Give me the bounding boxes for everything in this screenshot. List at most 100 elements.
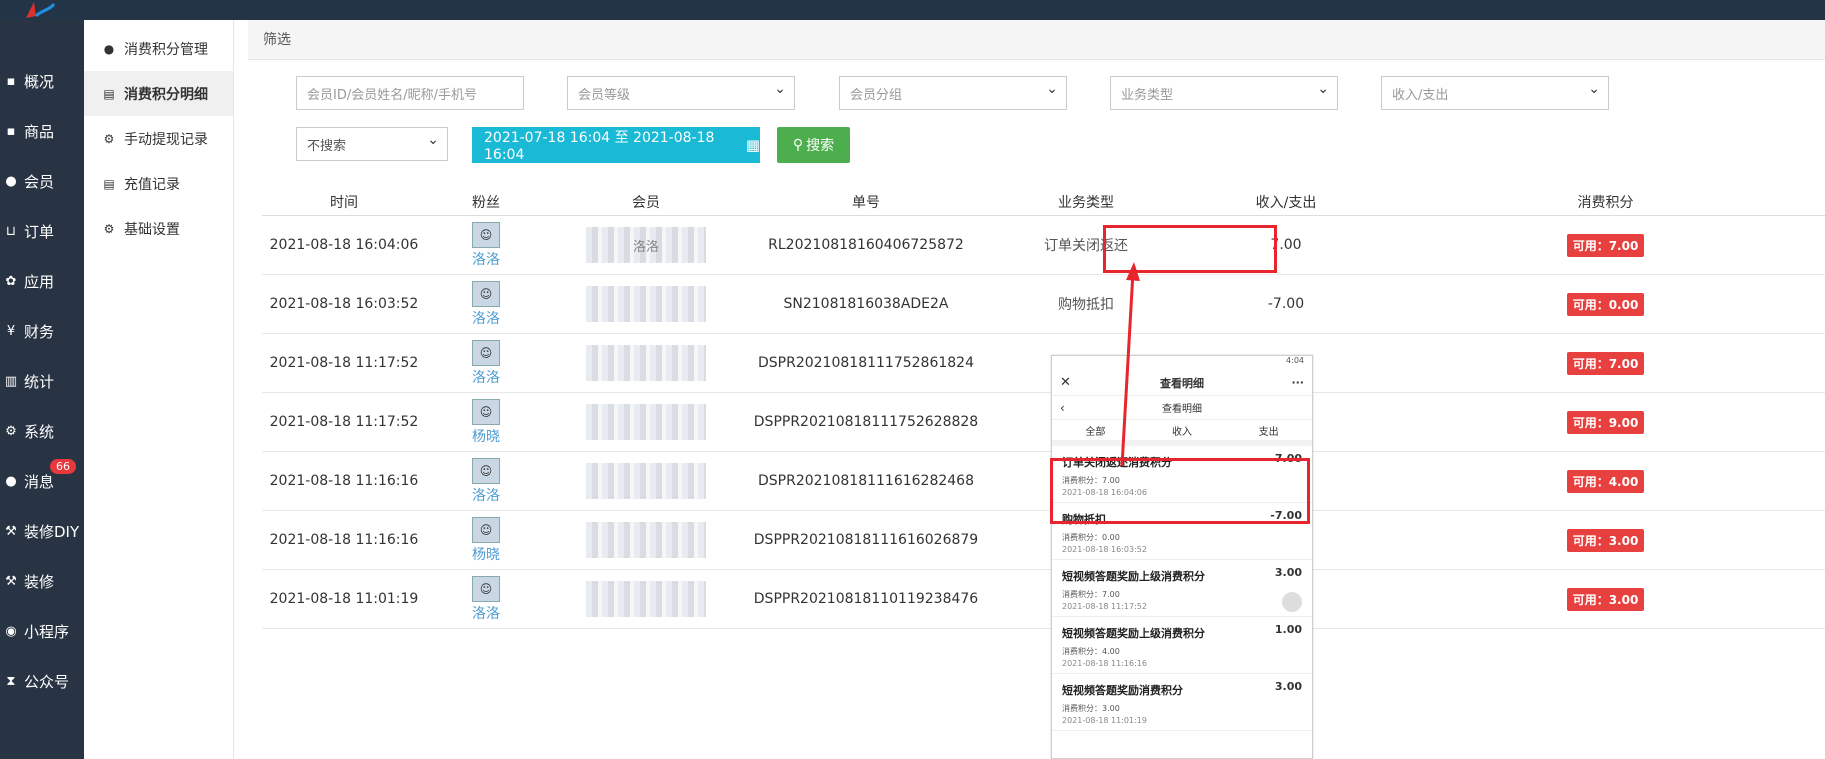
time-search-select[interactable]: 不搜索 [296,127,448,161]
phone-list-item[interactable]: 短视频答题奖励上级消费积分 消费积分：4.00 2021-08-18 11:16:1… [1052,617,1312,674]
phone-list-item[interactable]: 短视频答题奖励上级消费积分 消费积分：7.00 2021-08-18 11:17:5… [1052,560,1312,617]
avatar[interactable]: ☺ [472,575,500,602]
avatar[interactable]: ☺ [472,516,500,543]
header-order: 单号 [852,194,880,211]
nav-item-official[interactable]: ⧗ 公众号 [0,656,84,706]
phone-item-date: 2021-08-18 16:03:52 [1062,545,1147,554]
avatar[interactable]: ☺ [472,339,500,366]
file-icon: ▤ [103,86,115,101]
gears-icon: ⚙ [103,131,115,146]
table-row: 2021-08-18 11:01:19 ☺ 洛洛 DSPPR2021081811011… [262,570,1825,629]
income-expense-select[interactable]: 收入/支出 [1381,76,1609,110]
float-button[interactable] [1282,592,1302,612]
cell-time: 2021-08-18 11:17:52 [269,414,419,430]
table-row: 2021-08-18 11:17:52 ☺ 杨晓 DSPPR2021081811175… [262,393,1825,452]
nav-item-stats[interactable]: ▥ 统计 [0,356,84,406]
submenu-label: 消费积分明细 [124,86,208,103]
nav-label: 消息 [24,472,55,491]
phone-status-bar: 4:04 [1286,356,1304,365]
fan-name-link[interactable]: 杨晓 [472,544,500,564]
nav-label: 商品 [24,122,55,141]
search-icon: ⚲ [792,137,804,153]
fan-name-link[interactable]: 洛洛 [472,308,500,328]
nav-item-apps[interactable]: ✿ 应用 [0,256,84,306]
table-row: 2021-08-18 16:03:52 ☺ 洛洛 SN21081816038ADE2A… [262,275,1825,334]
date-range-picker[interactable]: 2021-07-18 16:04 至 2021-08-18 16:04 ▦ [472,127,760,163]
nav-label: 财务 [24,322,55,341]
phone-item-date: 2021-08-18 11:17:52 [1062,602,1147,611]
fan-name-link[interactable]: 洛洛 [472,367,500,387]
cell-order: DSPR20210818111616282468 [758,473,974,489]
nav-item-goods[interactable]: ▪ 商品 [0,106,84,156]
nav-item-miniprogram[interactable]: ◉ 小程序 [0,606,84,656]
cell-time: 2021-08-18 11:01:19 [269,591,419,607]
back-icon[interactable]: ‹ [1060,401,1065,415]
nav-item-messages[interactable]: ● 消息 66 [0,456,84,506]
phone-screenshot: 4:04 ✕ 查看明细 ··· ‹ 查看明细 全部 收入 支出 订单关闭返还消费… [1051,355,1313,759]
header-fan: 粉丝 [472,194,500,211]
cell-member [546,275,746,333]
avatar[interactable]: ☺ [472,221,500,248]
fan-name-link[interactable]: 杨晓 [472,426,500,446]
avatar[interactable]: ☺ [472,457,500,484]
fan-name-link[interactable]: 洛洛 [472,485,500,505]
table-body: 2021-08-18 16:04:06 ☺ 洛洛 洛洛 RL20210818160406… [262,216,1825,629]
points-badge: 可用：9.00 [1566,410,1645,434]
submenu-label: 手动提现记录 [124,131,208,148]
fan-name-link[interactable]: 洛洛 [472,249,500,269]
member-group-select[interactable]: 会员分组 [839,76,1067,110]
nav-item-finance[interactable]: ¥ 财务 [0,306,84,356]
cell-time: 2021-08-18 11:16:16 [269,473,419,489]
header-points: 消费积分 [1577,194,1634,211]
cell-fan: ☺ 洛洛 [426,334,546,392]
nav-item-orders[interactable]: ⊔ 订单 [0,206,84,256]
header-amount: 收入/支出 [1255,194,1317,211]
business-type-select[interactable]: 业务类型 [1110,76,1338,110]
nav-label: 概况 [24,72,55,91]
fan-name-link[interactable]: 洛洛 [472,603,500,623]
submenu-item-basic-settings[interactable]: ⚙ 基础设置 [84,206,233,251]
yen-icon: ¥ [6,323,16,339]
nav-item-decor[interactable]: ⚒ 装修 [0,556,84,606]
hammer-icon: ⚒ [5,523,17,539]
submenu-item-recharge-records[interactable]: ▤ 充值记录 [84,161,233,206]
avatar[interactable]: ☺ [472,398,500,425]
cell-fan: ☺ 洛洛 [426,452,546,510]
tab-income[interactable]: 收入 [1139,420,1226,440]
phone-item-points: 消费积分：7.00 [1062,590,1120,599]
submenu-item-withdraw-records[interactable]: ⚙ 手动提现记录 [84,116,233,161]
cell-points: 可用：0.00 [1386,275,1825,333]
tab-expense[interactable]: 支出 [1225,420,1312,440]
submenu-label: 基础设置 [124,221,180,238]
points-badge: 可用：3.00 [1566,587,1645,611]
more-icon[interactable]: ··· [1291,376,1304,389]
cell-order: DSPPR20210818111752628828 [753,414,979,430]
cell-time: 2021-08-18 11:16:16 [269,532,419,548]
cell-fan: ☺ 杨晓 [426,511,546,569]
member-level-select[interactable]: 会员等级 [567,76,795,110]
avatar[interactable]: ☺ [472,280,500,307]
nav-item-members[interactable]: ● 会员 [0,156,84,206]
close-icon[interactable]: ✕ [1060,375,1071,390]
nav-item-overview[interactable]: ▪ 概况 [0,56,84,106]
nav-item-system[interactable]: ⚙ 系统 [0,406,84,456]
phone-subtitle: 查看明细 [1162,404,1202,415]
cell-points: 可用：7.00 [1386,334,1825,392]
nav-item-diy[interactable]: ⚒ 装修DIY [0,506,84,556]
users-icon: ● [5,173,17,189]
search-button[interactable]: ⚲ 搜索 [777,127,850,163]
submenu-item-points-detail[interactable]: ▤ 消费积分明细 [84,71,233,116]
member-search-input[interactable]: 会员ID/会员姓名/昵称/手机号 [296,76,524,110]
tab-all[interactable]: 全部 [1052,420,1139,440]
cart-icon: ⊔ [5,223,17,239]
phone-list-item[interactable]: 短视频答题奖励消费积分 消费积分：3.00 2021-08-18 11:01:19 3… [1052,674,1312,731]
member-info-blurred [586,581,706,617]
phone-tabs: 全部 收入 支出 [1052,420,1312,446]
phone-item-points: 消费积分：4.00 [1062,647,1120,656]
hammer-icon: ⚒ [5,573,17,589]
cell-member [546,452,746,510]
cell-member: 洛洛 [546,216,746,274]
left-nav: ▪ 概况 ▪ 商品 ● 会员 ⊔ 订单 ✿ 应用 ¥ 财务 ▥ 统计 ⚙ 系统 ● 消息 66 ⚒ 装… [0,20,84,759]
member-info-blurred: 洛洛 [586,227,706,263]
submenu-item-points-manage[interactable]: ● 消费积分管理 [84,26,233,71]
